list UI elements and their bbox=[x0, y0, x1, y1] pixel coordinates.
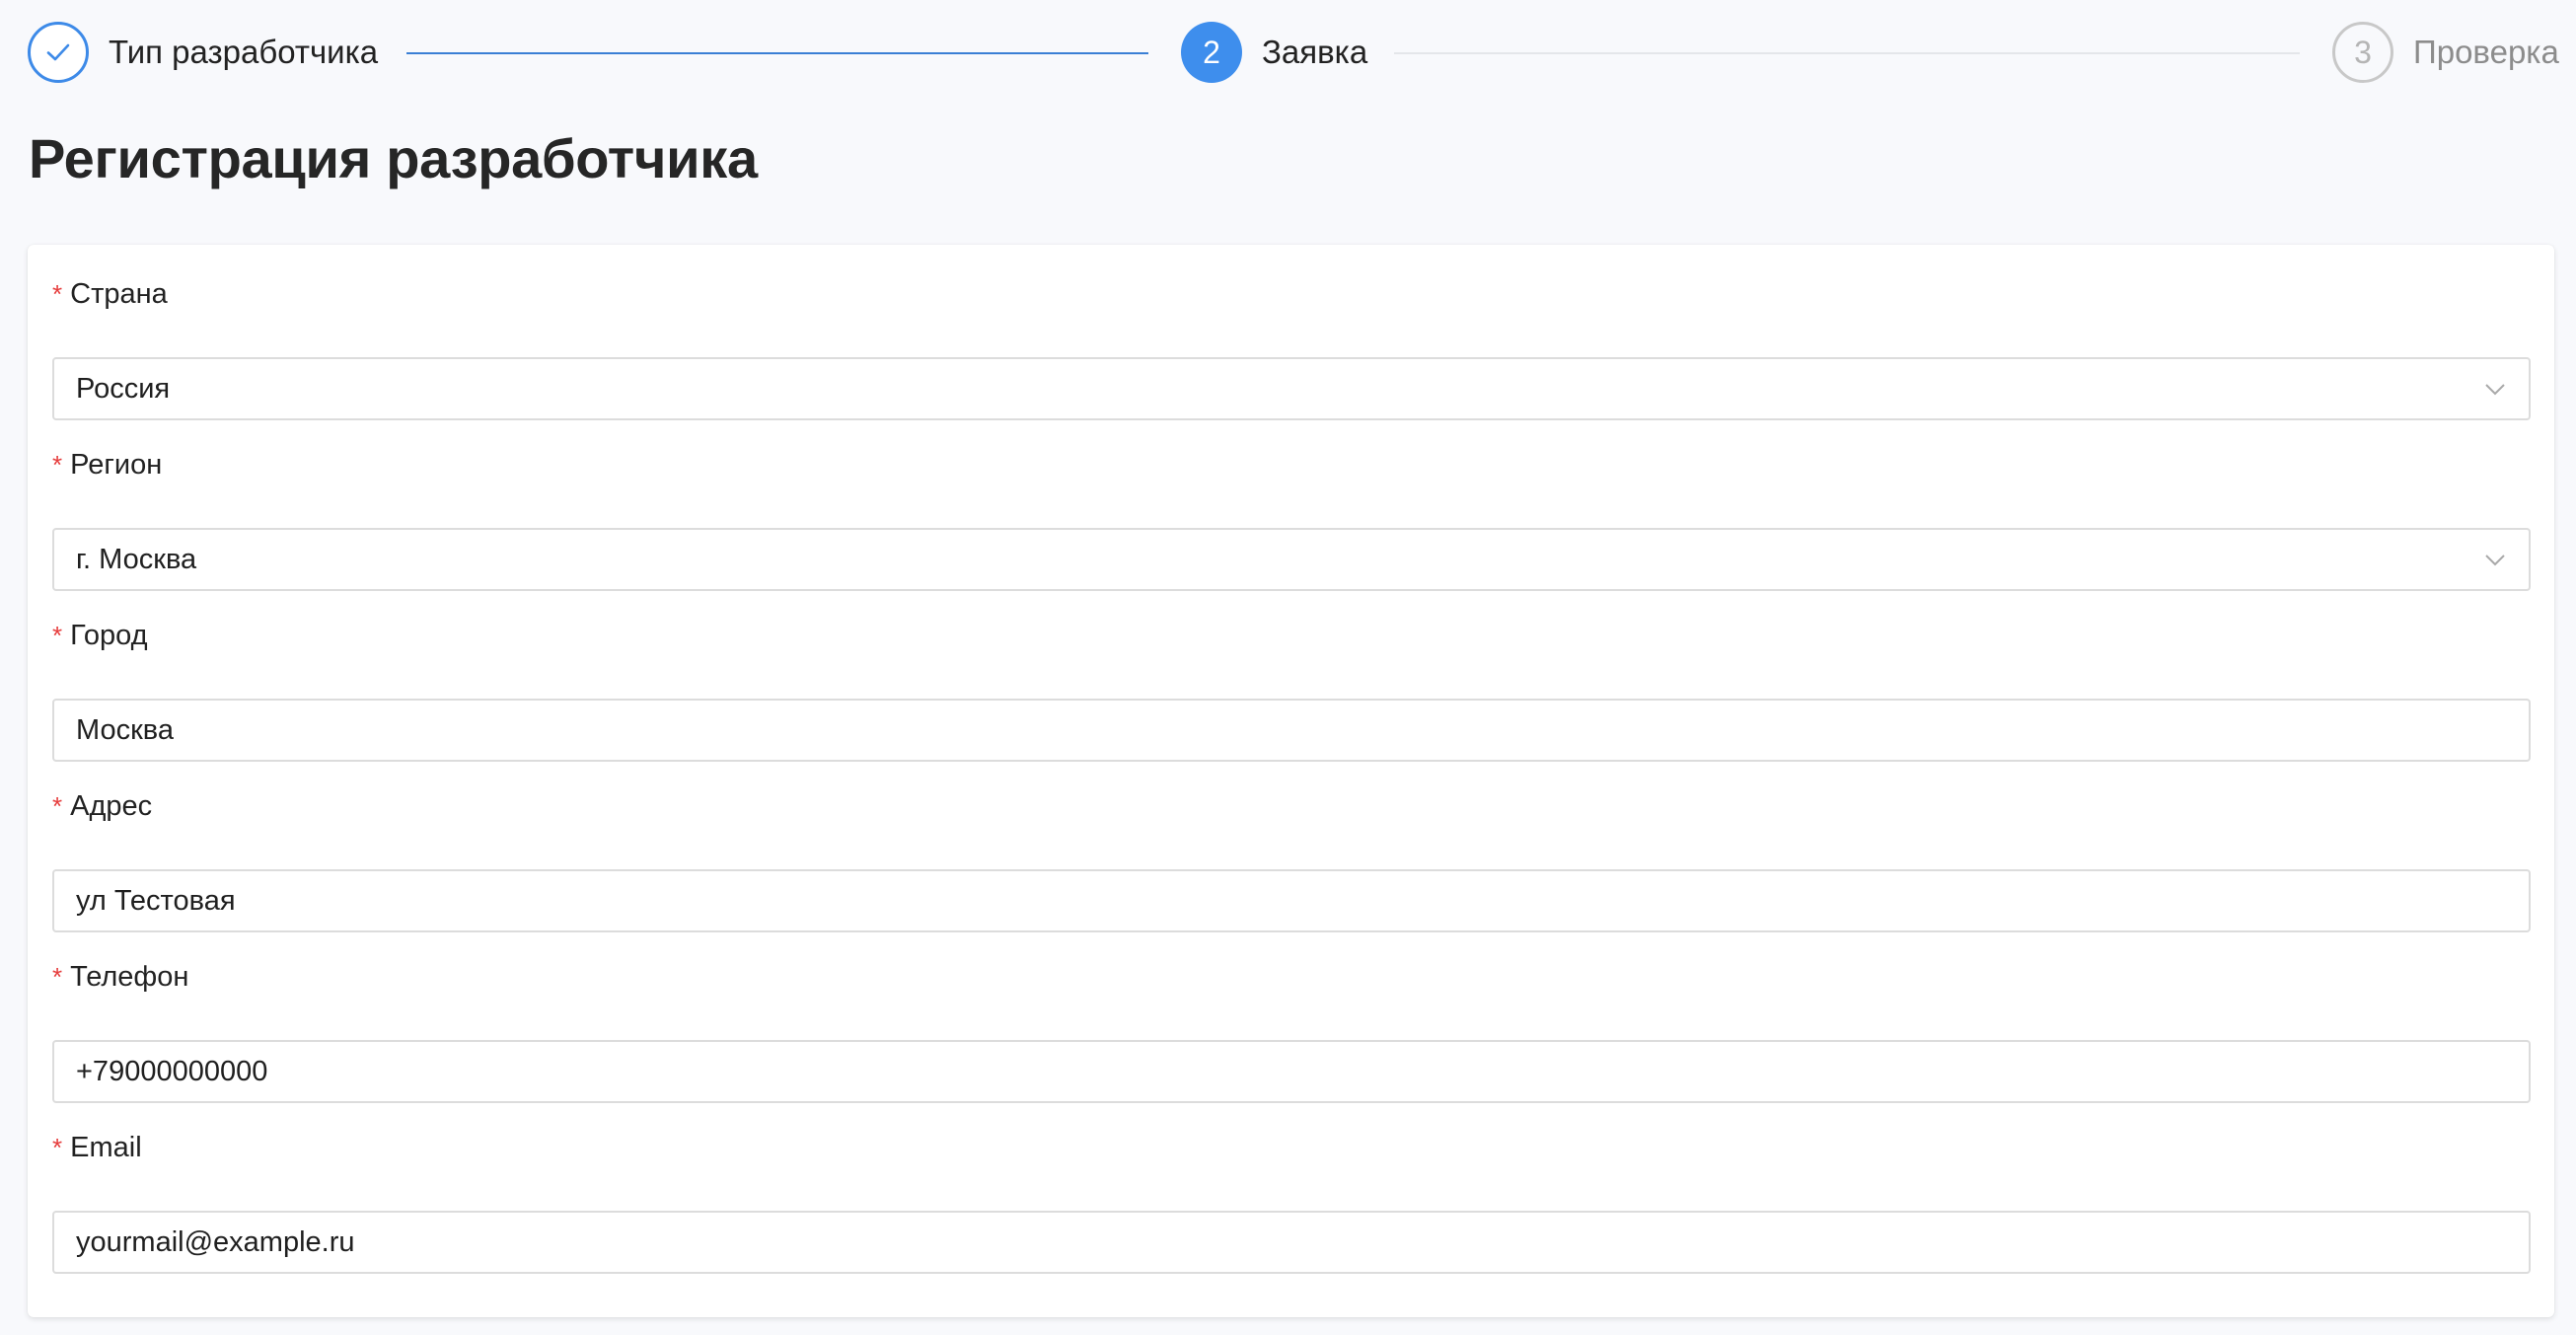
region-select[interactable] bbox=[52, 528, 2531, 591]
field-label: * Город bbox=[52, 616, 2531, 655]
city-label: Город bbox=[70, 620, 148, 651]
step-label: Тип разработчика bbox=[109, 34, 379, 70]
city-field: * Город bbox=[52, 616, 2531, 762]
email-field: * Email bbox=[52, 1128, 2531, 1274]
step-number: 3 bbox=[2332, 22, 2393, 83]
required-mark: * bbox=[52, 962, 63, 992]
address-label: Адрес bbox=[70, 790, 153, 822]
phone-field: * Телефон bbox=[52, 957, 2531, 1103]
field-label: * Адрес bbox=[52, 786, 2531, 826]
field-label: * Email bbox=[52, 1128, 2531, 1167]
required-mark: * bbox=[52, 450, 63, 480]
check-icon bbox=[28, 22, 89, 83]
field-label: * Регион bbox=[52, 445, 2531, 484]
phone-input-box[interactable] bbox=[52, 1040, 2531, 1103]
step-label: Проверка bbox=[2413, 34, 2559, 70]
country-label: Страна bbox=[70, 278, 168, 310]
city-input[interactable] bbox=[76, 701, 2464, 760]
step-review[interactable]: 3 Проверка bbox=[2332, 20, 2559, 85]
country-select[interactable] bbox=[52, 357, 2531, 420]
step-application[interactable]: 2 Заявка bbox=[1181, 20, 1367, 85]
step-label: Заявка bbox=[1262, 34, 1368, 70]
email-label: Email bbox=[70, 1132, 142, 1163]
required-mark: * bbox=[52, 791, 63, 821]
address-input-box[interactable] bbox=[52, 869, 2531, 932]
address-input[interactable] bbox=[76, 871, 2464, 930]
required-mark: * bbox=[52, 279, 63, 309]
email-input-box[interactable] bbox=[52, 1211, 2531, 1274]
registration-stepper: Тип разработчика 2 Заявка 3 Проверка bbox=[0, 0, 2576, 104]
region-label: Регион bbox=[70, 449, 163, 481]
chevron-down-icon[interactable] bbox=[2483, 377, 2507, 401]
required-mark: * bbox=[52, 621, 63, 650]
field-label: * Страна bbox=[52, 274, 2531, 314]
step-number: 2 bbox=[1181, 22, 1242, 83]
city-input-box[interactable] bbox=[52, 699, 2531, 762]
region-select-value[interactable] bbox=[76, 530, 2464, 589]
email-input[interactable] bbox=[76, 1213, 2464, 1272]
step-connector bbox=[406, 52, 1148, 54]
address-field: * Адрес bbox=[52, 786, 2531, 932]
country-select-value[interactable] bbox=[76, 359, 2464, 418]
required-mark: * bbox=[52, 1133, 63, 1162]
phone-label: Телефон bbox=[70, 961, 189, 993]
step-developer-type[interactable]: Тип разработчика bbox=[28, 20, 378, 85]
phone-input[interactable] bbox=[76, 1042, 2464, 1101]
step-connector bbox=[1394, 52, 2300, 54]
chevron-down-icon[interactable] bbox=[2483, 548, 2507, 571]
country-field: * Страна bbox=[52, 274, 2531, 420]
registration-form-card: *Страна *Регион *Город *Адрес *Телефон *… bbox=[28, 245, 2554, 1317]
region-field: * Регион bbox=[52, 445, 2531, 591]
field-label: * Телефон bbox=[52, 957, 2531, 997]
page-title: Регистрация разработчика bbox=[29, 127, 758, 189]
